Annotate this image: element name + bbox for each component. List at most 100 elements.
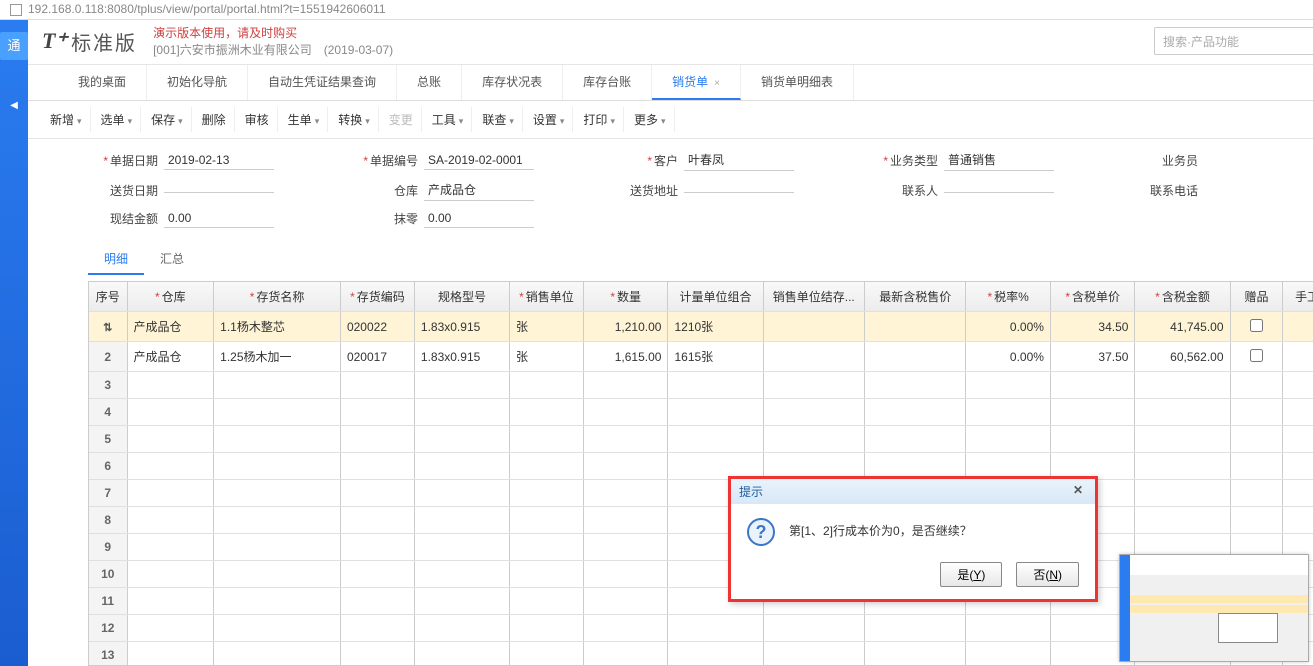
cell[interactable]	[127, 372, 214, 399]
cell[interactable]	[510, 561, 584, 588]
toolbar-更多[interactable]: 更多	[626, 107, 675, 132]
toolbar-审核[interactable]: 审核	[237, 107, 278, 132]
cell[interactable]	[414, 399, 509, 426]
col-header-9[interactable]: 最新含税售价	[864, 282, 965, 312]
cell[interactable]	[864, 426, 965, 453]
cell[interactable]	[1135, 426, 1230, 453]
cell[interactable]	[340, 399, 414, 426]
toolbar-选单[interactable]: 选单	[93, 107, 142, 132]
cell[interactable]	[1283, 342, 1313, 372]
tab-5[interactable]: 库存台账	[563, 65, 652, 100]
cell[interactable]	[1050, 399, 1135, 426]
cell[interactable]: 1210张	[668, 312, 763, 342]
dialog-no-button[interactable]: 否(N)	[1016, 562, 1079, 587]
cell[interactable]	[583, 453, 668, 480]
cell[interactable]: 1,615.00	[583, 342, 668, 372]
tab-4[interactable]: 库存状况表	[462, 65, 563, 100]
toolbar-删除[interactable]: 删除	[194, 107, 235, 132]
cell[interactable]	[414, 426, 509, 453]
cell[interactable]	[414, 561, 509, 588]
cell[interactable]	[340, 642, 414, 666]
cell[interactable]	[1135, 453, 1230, 480]
tab-6[interactable]: 销货单×	[652, 65, 741, 100]
cell[interactable]	[583, 426, 668, 453]
cell[interactable]: 11	[89, 588, 127, 615]
cell[interactable]: 1.83x0.915	[414, 312, 509, 342]
cell[interactable]	[340, 426, 414, 453]
cell[interactable]: 13	[89, 642, 127, 666]
toolbar-生单[interactable]: 生单	[280, 107, 329, 132]
toolbar-工具[interactable]: 工具	[424, 107, 473, 132]
cell[interactable]: 9	[89, 534, 127, 561]
cell[interactable]	[1135, 480, 1230, 507]
cell[interactable]	[583, 642, 668, 666]
cell[interactable]	[340, 534, 414, 561]
cell[interactable]: 5	[89, 426, 127, 453]
cell[interactable]	[966, 399, 1051, 426]
cell[interactable]	[583, 588, 668, 615]
cell[interactable]	[340, 588, 414, 615]
ship-date-field[interactable]	[164, 188, 274, 193]
table-row-empty[interactable]: 7	[89, 480, 1313, 507]
doc-no-field[interactable]: SA-2019-02-0001	[424, 151, 534, 170]
col-header-2[interactable]: 存货名称	[214, 282, 341, 312]
col-header-1[interactable]: 仓库	[127, 282, 214, 312]
cell[interactable]: 7	[89, 480, 127, 507]
cell[interactable]	[668, 426, 763, 453]
cell[interactable]	[510, 642, 584, 666]
col-header-0[interactable]: 序号	[89, 282, 127, 312]
cell[interactable]	[127, 426, 214, 453]
cell[interactable]	[1230, 426, 1283, 453]
cell[interactable]	[414, 453, 509, 480]
cell[interactable]	[214, 561, 341, 588]
cell[interactable]	[214, 426, 341, 453]
col-header-14[interactable]: 手工确定成	[1283, 282, 1313, 312]
cell[interactable]	[763, 399, 864, 426]
subtab-1[interactable]: 汇总	[144, 244, 200, 275]
table-row-empty[interactable]: 4	[89, 399, 1313, 426]
cell[interactable]: 34.50	[1050, 312, 1135, 342]
cell[interactable]	[1135, 372, 1230, 399]
tab-close-icon[interactable]: ×	[714, 78, 720, 89]
cell[interactable]	[510, 588, 584, 615]
col-header-8[interactable]: 销售单位结存...	[763, 282, 864, 312]
round-field[interactable]: 0.00	[424, 209, 534, 228]
cell[interactable]	[668, 642, 763, 666]
cash-field[interactable]: 0.00	[164, 209, 274, 228]
cell[interactable]	[214, 480, 341, 507]
cell[interactable]	[763, 342, 864, 372]
cell[interactable]	[864, 372, 965, 399]
cell[interactable]	[127, 642, 214, 666]
cell[interactable]: 3	[89, 372, 127, 399]
tab-2[interactable]: 自动生凭证结果查询	[248, 65, 397, 100]
cell[interactable]	[966, 426, 1051, 453]
cell[interactable]	[340, 561, 414, 588]
toolbar-设置[interactable]: 设置	[525, 107, 574, 132]
cell[interactable]: 4	[89, 399, 127, 426]
cell[interactable]	[510, 534, 584, 561]
toolbar-新增[interactable]: 新增	[42, 107, 91, 132]
cell[interactable]: 12	[89, 615, 127, 642]
cell[interactable]	[127, 399, 214, 426]
cell[interactable]	[1283, 507, 1313, 534]
cell[interactable]	[864, 399, 965, 426]
cell[interactable]	[864, 642, 965, 666]
table-row-empty[interactable]: 3	[89, 372, 1313, 399]
cell[interactable]	[864, 615, 965, 642]
cell[interactable]: 产成品仓	[127, 342, 214, 372]
cell[interactable]	[1230, 507, 1283, 534]
cell[interactable]	[583, 480, 668, 507]
cell[interactable]	[1230, 453, 1283, 480]
cell[interactable]	[340, 372, 414, 399]
cell[interactable]	[510, 372, 584, 399]
cell[interactable]	[668, 399, 763, 426]
toolbar-打印[interactable]: 打印	[575, 107, 624, 132]
cell[interactable]	[510, 615, 584, 642]
cell[interactable]	[1283, 399, 1313, 426]
cell[interactable]	[1050, 372, 1135, 399]
tab-1[interactable]: 初始化导航	[147, 65, 248, 100]
cell[interactable]	[214, 642, 341, 666]
cell[interactable]	[127, 561, 214, 588]
cell[interactable]: 41,745.00	[1135, 312, 1230, 342]
col-header-13[interactable]: 赠品	[1230, 282, 1283, 312]
